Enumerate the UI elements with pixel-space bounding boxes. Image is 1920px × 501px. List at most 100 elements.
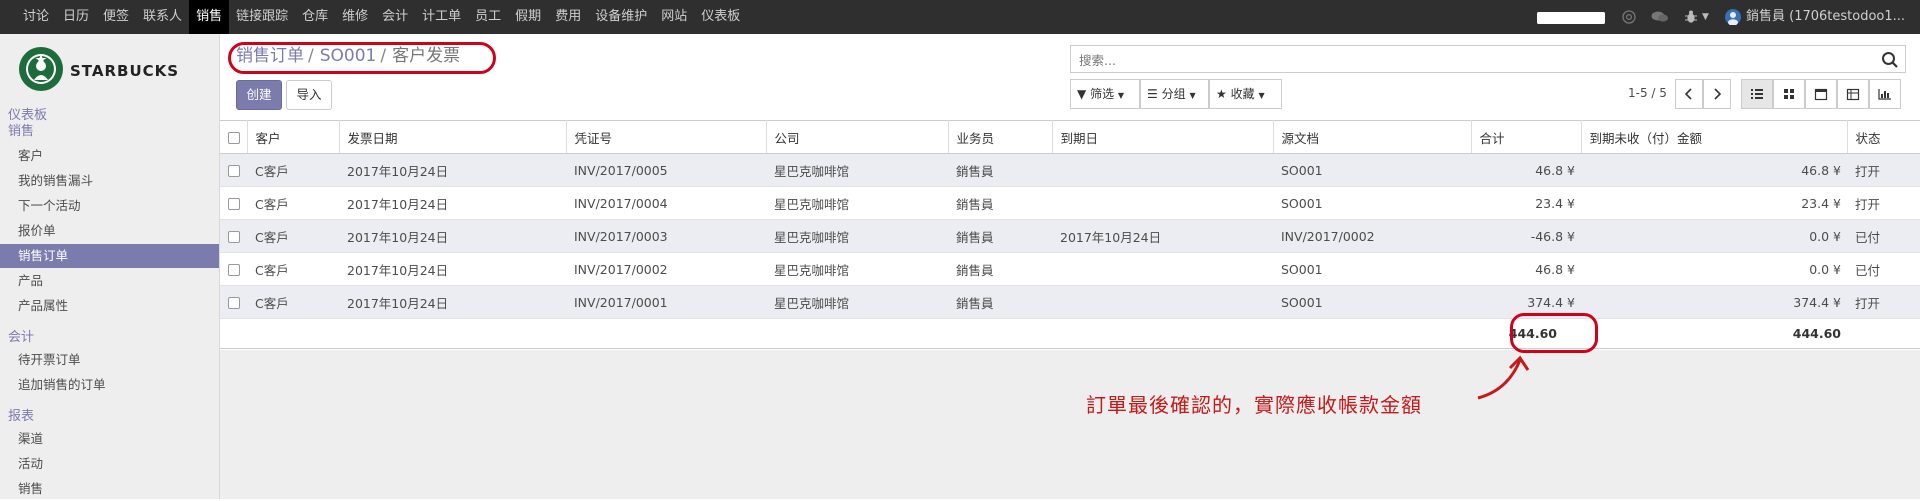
starbucks-logo-icon bbox=[19, 47, 63, 91]
filter-button[interactable]: ▼ 筛选 ▼ bbox=[1070, 79, 1140, 109]
column-header-source-document[interactable]: 源文档 bbox=[1273, 120, 1472, 154]
sidebar-item-quotations[interactable]: 报价单 bbox=[0, 219, 219, 243]
menu-discuss[interactable]: 讨论 bbox=[16, 0, 56, 34]
cell-source-document: SO001 bbox=[1273, 285, 1471, 319]
checkbox[interactable] bbox=[228, 132, 240, 144]
column-header-due-date[interactable]: 到期日 bbox=[1052, 120, 1274, 154]
table-row[interactable]: C客戶 2017年10月24日 INV/2017/0002 星巴克咖啡馆 銷售員… bbox=[220, 252, 1920, 286]
breadcrumb-so001[interactable]: SO001 bbox=[320, 46, 377, 66]
amount-due-sum: 444.60 bbox=[1581, 318, 1847, 349]
group-by-button[interactable]: ☰ 分组 ▼ bbox=[1140, 79, 1209, 109]
table-row[interactable]: C客戶 2017年10月24日 INV/2017/0003 星巴克咖啡馆 銷售員… bbox=[220, 219, 1920, 253]
calendar-view-button[interactable] bbox=[1805, 79, 1837, 109]
column-header-status[interactable]: 状态 bbox=[1847, 120, 1920, 154]
graph-view-icon bbox=[1878, 89, 1891, 100]
sidebar-item-sales-orders[interactable]: 销售订单 bbox=[0, 244, 219, 268]
row-checkbox[interactable] bbox=[220, 285, 247, 319]
menu-link-tracker[interactable]: 链接跟踪 bbox=[229, 0, 295, 34]
menu-website[interactable]: 网站 bbox=[654, 0, 694, 34]
checkbox[interactable] bbox=[228, 165, 240, 177]
annotation-text: 訂單最後確認的，實際應收帳款金額 bbox=[1086, 393, 1422, 417]
column-header-company[interactable]: 公司 bbox=[766, 120, 949, 154]
menu-repair[interactable]: 维修 bbox=[335, 0, 375, 34]
user-menu[interactable]: 銷售員 (1706testodoo1... bbox=[1746, 0, 1905, 34]
table-footer-row: 444.60 444.60 bbox=[220, 318, 1920, 349]
bug-icon[interactable] bbox=[1684, 9, 1700, 25]
sidebar-section-reports: 报表 bbox=[8, 409, 35, 424]
kanban-view-icon bbox=[1784, 89, 1794, 99]
column-header-invoice-date[interactable]: 发票日期 bbox=[339, 120, 567, 154]
column-header-amount-due[interactable]: 到期未收（付）金额 bbox=[1581, 120, 1848, 154]
caret-down-icon[interactable]: ▼ bbox=[1702, 0, 1709, 34]
favorites-button[interactable]: ★ 收藏 ▼ bbox=[1209, 79, 1282, 109]
cell-salesperson: 銷售員 bbox=[948, 285, 1052, 319]
sidebar-item-upsell-orders[interactable]: 追加销售的订单 bbox=[0, 373, 219, 397]
checkbox[interactable] bbox=[228, 297, 240, 309]
checkbox[interactable] bbox=[228, 231, 240, 243]
menu-expenses[interactable]: 费用 bbox=[548, 0, 588, 34]
sidebar-item-activities[interactable]: 活动 bbox=[0, 452, 219, 476]
checkbox[interactable] bbox=[228, 198, 240, 210]
menu-sales[interactable]: 销售 bbox=[189, 0, 230, 34]
create-button[interactable]: 创建 bbox=[236, 80, 282, 110]
menu-dashboard[interactable]: 仪表板 bbox=[694, 0, 747, 34]
pager-value[interactable]: 1-5 / 5 bbox=[1628, 86, 1667, 100]
cell-status: 已付 bbox=[1847, 252, 1920, 286]
row-checkbox[interactable] bbox=[220, 153, 247, 187]
menu-inventory[interactable]: 仓库 bbox=[295, 0, 335, 34]
chevron-right-icon bbox=[1714, 88, 1722, 100]
menu-leaves[interactable]: 假期 bbox=[508, 0, 548, 34]
menu-accounting[interactable]: 会计 bbox=[375, 0, 415, 34]
column-header-number[interactable]: 凭证号 bbox=[566, 120, 767, 154]
cell-customer: C客戶 bbox=[247, 219, 339, 253]
at-icon[interactable] bbox=[1622, 10, 1636, 24]
menu-contacts[interactable]: 联系人 bbox=[136, 0, 189, 34]
cell-invoice-date: 2017年10月24日 bbox=[339, 186, 566, 220]
list-view-button[interactable] bbox=[1741, 79, 1773, 109]
kanban-view-button[interactable] bbox=[1773, 79, 1805, 109]
user-avatar-icon[interactable] bbox=[1725, 9, 1741, 25]
pager-previous-button[interactable] bbox=[1675, 79, 1703, 109]
menu-notes[interactable]: 便签 bbox=[96, 0, 136, 34]
sidebar-item-orders-to-invoice[interactable]: 待开票订单 bbox=[0, 348, 219, 372]
sidebar-item-channels[interactable]: 渠道 bbox=[0, 427, 219, 451]
row-checkbox[interactable] bbox=[220, 186, 247, 220]
sidebar-item-next-activity[interactable]: 下一个活动 bbox=[0, 194, 219, 218]
filter-icon: ▼ bbox=[1077, 87, 1087, 101]
graph-view-button[interactable] bbox=[1869, 79, 1901, 109]
table-row[interactable]: C客戶 2017年10月24日 INV/2017/0004 星巴克咖啡馆 銷售員… bbox=[220, 186, 1920, 220]
column-header-customer[interactable]: 客户 bbox=[247, 120, 340, 154]
cell-total: 46.8 ¥ bbox=[1471, 153, 1581, 187]
company-logo[interactable]: STARBUCKS bbox=[18, 46, 208, 92]
table-header-row: 客户 发票日期 凭证号 公司 业务员 到期日 源文档 合计 到期未收（付）金额 … bbox=[220, 120, 1920, 154]
chat-icon[interactable] bbox=[1651, 10, 1669, 24]
pager-next-button[interactable] bbox=[1703, 79, 1731, 109]
breadcrumb-sales-orders[interactable]: 销售订单 bbox=[236, 46, 304, 66]
checkbox[interactable] bbox=[228, 264, 240, 276]
menu-timesheet[interactable]: 计工单 bbox=[415, 0, 468, 34]
sidebar-item-my-pipeline[interactable]: 我的销售漏斗 bbox=[0, 169, 219, 193]
cell-amount-due: 46.8 ¥ bbox=[1581, 153, 1847, 187]
search-icon[interactable] bbox=[1881, 51, 1899, 69]
pivot-view-button[interactable] bbox=[1837, 79, 1869, 109]
row-checkbox[interactable] bbox=[220, 219, 247, 253]
table-row[interactable]: C客戶 2017年10月24日 INV/2017/0001 星巴克咖啡馆 銷售員… bbox=[220, 285, 1920, 319]
cell-customer: C客戶 bbox=[247, 153, 339, 187]
column-header-salesperson[interactable]: 业务员 bbox=[948, 120, 1053, 154]
empty-list-area bbox=[220, 350, 1920, 499]
select-all-checkbox[interactable] bbox=[220, 120, 248, 154]
column-header-total[interactable]: 合计 bbox=[1471, 120, 1582, 154]
table-row[interactable]: C客戶 2017年10月24日 INV/2017/0005 星巴克咖啡馆 銷售員… bbox=[220, 153, 1920, 187]
sidebar-item-product-attributes[interactable]: 产品属性 bbox=[0, 294, 219, 318]
sidebar-item-customers[interactable]: 客户 bbox=[0, 144, 219, 168]
import-button[interactable]: 导入 bbox=[286, 80, 332, 110]
menu-employees[interactable]: 员工 bbox=[468, 0, 508, 34]
row-checkbox[interactable] bbox=[220, 252, 247, 286]
sidebar-item-sales-report[interactable]: 销售 bbox=[0, 477, 219, 501]
search-input[interactable] bbox=[1079, 51, 1859, 69]
cell-total: -46.8 ¥ bbox=[1471, 219, 1581, 253]
cell-number: INV/2017/0005 bbox=[566, 153, 766, 187]
sidebar-item-products[interactable]: 产品 bbox=[0, 269, 219, 293]
menu-calendar[interactable]: 日历 bbox=[56, 0, 96, 34]
menu-maintenance[interactable]: 设备维护 bbox=[588, 0, 654, 34]
